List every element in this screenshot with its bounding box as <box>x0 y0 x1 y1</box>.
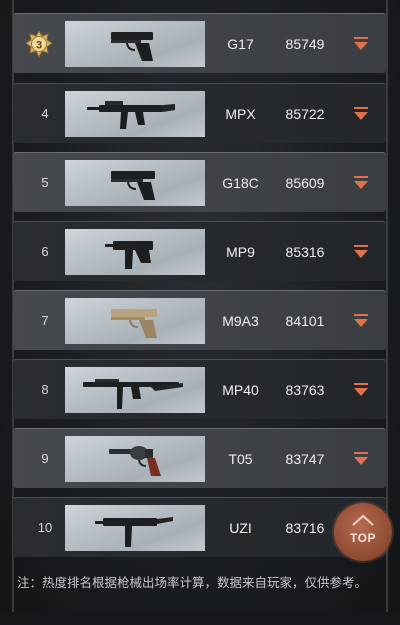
heat-score: 83716 <box>285 520 325 536</box>
expand-arrow-icon[interactable] <box>353 176 369 190</box>
rank-number: 7 <box>41 313 49 328</box>
heat-score: 84101 <box>285 313 325 329</box>
pistol-tan-icon <box>111 309 157 338</box>
medal-rank-text: 3 <box>36 40 42 52</box>
ranking-row[interactable]: 4 MPX 85722 <box>13 83 386 143</box>
ranking-row[interactable]: 6 MP9 85316 <box>13 221 386 281</box>
revolver-icon <box>109 446 161 476</box>
medal-3-icon: 3 <box>25 30 53 58</box>
heat-score: 85609 <box>285 175 325 191</box>
bottom-bar <box>0 612 400 625</box>
gun-name: MP9 <box>226 244 255 260</box>
rank-number: 4 <box>41 106 49 121</box>
expand-arrow-icon[interactable] <box>353 245 369 259</box>
back-to-top-label: TOP <box>350 531 376 545</box>
heat-score: 85749 <box>285 36 325 52</box>
footer-note: 注：热度排名根据枪械出场率计算，数据来自玩家，仅供参考。 <box>17 576 368 590</box>
gun-name: G18C <box>222 175 259 191</box>
gun-name: MPX <box>225 106 256 122</box>
gun-name: T05 <box>228 451 253 467</box>
gun-image <box>65 298 205 344</box>
gun-name: MP40 <box>222 382 259 398</box>
ranking-row[interactable]: 5 G18C 85609 <box>13 152 386 212</box>
chevron-up-icon <box>352 514 374 526</box>
heat-score: 83763 <box>285 382 325 398</box>
gun-image <box>65 21 205 67</box>
machine-pistol-icon <box>105 241 153 269</box>
ranking-row[interactable]: 9 T05 83747 <box>13 428 386 488</box>
expand-arrow-icon[interactable] <box>353 452 369 466</box>
gun-name: G17 <box>227 36 254 52</box>
pistol-icon <box>111 32 153 61</box>
heat-score: 85316 <box>285 244 325 260</box>
gun-image <box>65 160 205 206</box>
expand-arrow-icon[interactable] <box>353 37 369 51</box>
gun-name: UZI <box>229 520 252 536</box>
smg-long-icon <box>83 379 183 409</box>
expand-arrow-icon[interactable] <box>353 383 369 397</box>
back-to-top-button[interactable]: TOP <box>334 503 392 561</box>
rank-number: 8 <box>41 382 49 397</box>
ranking-row[interactable]: 8 MP40 83763 <box>13 359 386 419</box>
rank-number: 5 <box>41 175 49 190</box>
gun-image <box>65 436 205 482</box>
pistol-icon <box>111 171 155 200</box>
rank-number: 9 <box>41 451 49 466</box>
gun-image <box>65 229 205 275</box>
smg-icon <box>87 101 175 129</box>
ranking-row[interactable]: 10 UZI 83716 <box>13 497 386 557</box>
rank-number: 6 <box>41 244 49 259</box>
smg-compact-icon <box>95 517 173 547</box>
gun-name: M9A3 <box>222 313 259 329</box>
gun-image <box>65 505 205 551</box>
heat-score: 85722 <box>285 106 325 122</box>
rank-number: 10 <box>37 520 53 535</box>
heat-score: 83747 <box>285 451 325 467</box>
ranking-row[interactable]: 3 G17 85749 <box>13 13 386 73</box>
ranking-row[interactable]: 7 M9A3 84101 <box>13 290 386 350</box>
expand-arrow-icon[interactable] <box>353 314 369 328</box>
gun-image <box>65 91 205 137</box>
gun-image <box>65 367 205 413</box>
expand-arrow-icon[interactable] <box>353 107 369 121</box>
